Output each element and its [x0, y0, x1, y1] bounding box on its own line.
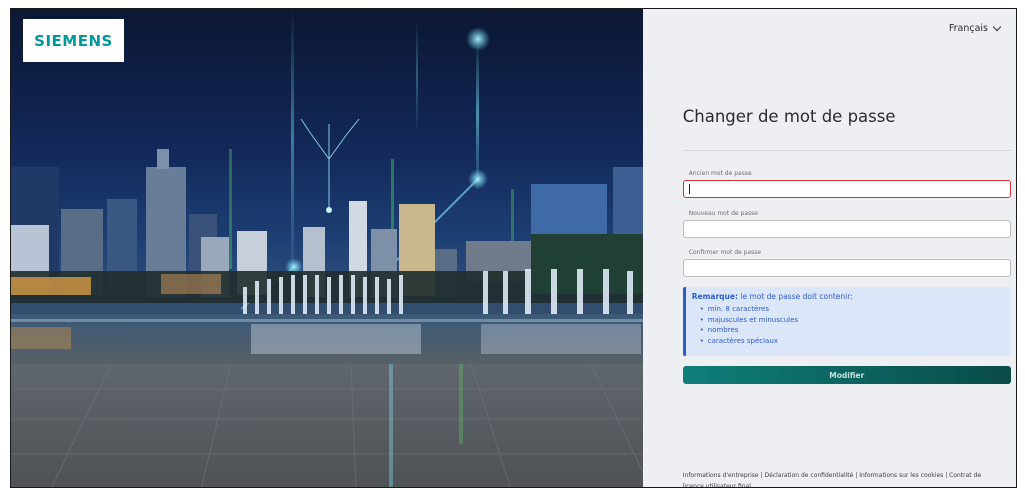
new-password-label: Nouveau mot de passe [688, 210, 758, 217]
old-password-input[interactable] [682, 180, 1011, 198]
separator: | [760, 472, 763, 479]
divider [682, 150, 1011, 151]
city-skyline-illustration [11, 9, 643, 487]
language-selector[interactable]: Français [948, 22, 1002, 34]
requirements-list: min. 8 caractères majuscules et minuscul… [692, 304, 1005, 346]
separator: | [945, 472, 948, 479]
logo-text: SIEMENS [34, 31, 113, 50]
list-item: nombres [700, 325, 1005, 336]
new-password-input[interactable] [682, 220, 1011, 238]
list-item: caractères spéciaux [700, 336, 1005, 347]
footer-link-privacy[interactable]: Déclaration de confidentialité [764, 472, 853, 479]
confirm-password-label: Confirmer mot de passe [688, 249, 762, 256]
chevron-down-icon [992, 22, 1002, 32]
list-item: majuscules et minuscules [700, 315, 1005, 326]
note-title: Remarque: [691, 292, 738, 301]
note-text: le mot de passe doit contenir: [740, 292, 853, 301]
siemens-logo: SIEMENS [23, 19, 124, 62]
separator: | [855, 472, 858, 479]
footer-links: Informations d'entreprise | Déclaration … [683, 470, 1003, 487]
submit-button[interactable]: Modifier [682, 366, 1011, 384]
login-panel: Français Changer de mot de passe Ancien … [642, 9, 1016, 487]
language-label: Français [948, 23, 988, 34]
old-password-label: Ancien mot de passe [688, 170, 752, 177]
list-item: min. 8 caractères [700, 304, 1005, 315]
hero-image: SIEMENS [11, 9, 643, 487]
note-heading: Remarque: le mot de passe doit contenir: [692, 292, 1005, 301]
text-caret [688, 184, 690, 194]
footer-link-company-info[interactable]: Informations d'entreprise [683, 472, 759, 479]
footer-link-cookies[interactable]: Informations sur les cookies [859, 472, 943, 479]
password-requirements-note: Remarque: le mot de passe doit contenir:… [682, 287, 1011, 356]
confirm-password-input[interactable] [682, 259, 1011, 277]
app-frame: SIEMENS Français Changer de mot de passe… [10, 8, 1017, 488]
page-title: Changer de mot de passe [682, 107, 896, 126]
